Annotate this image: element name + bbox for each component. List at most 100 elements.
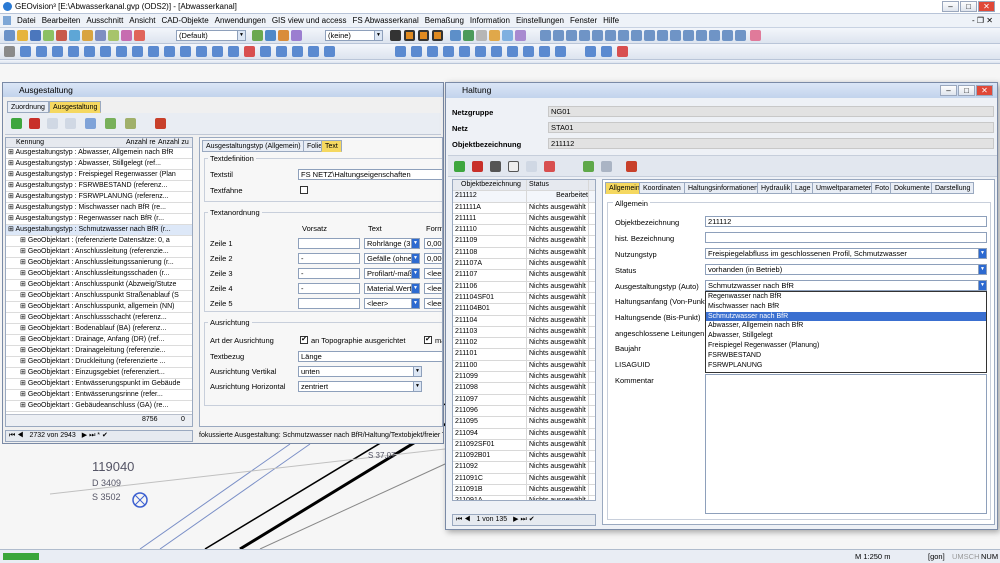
table2-icon[interactable] [553,30,564,41]
snap-mid-icon[interactable] [411,46,422,57]
snap-int-icon[interactable] [491,46,502,57]
tab-hydraulik[interactable]: Hydraulik [757,182,795,194]
zeile-text-combo[interactable]: Profilart/-maß ▼ [364,268,420,279]
layer-icon[interactable] [121,30,132,41]
list-item[interactable]: ⊞ GeoObjektart : Anschlussleitungsschade… [6,269,192,280]
fillet-icon[interactable] [228,46,239,57]
haltung-remove-icon[interactable] [472,161,483,172]
table3-icon[interactable] [566,30,577,41]
table-row[interactable]: 211104 Nichts ausgewählt [453,315,595,327]
circle-icon[interactable] [84,46,95,57]
table-row[interactable]: 211106 Nichts ausgewählt [453,281,595,293]
menu-fenster[interactable]: Fenster [567,16,600,25]
zeile-text-combo[interactable]: <leer> ▼ [364,298,420,309]
list-item[interactable]: ⊞ GeoObjektart : Anschlussleitungssanier… [6,258,192,269]
snap-icon[interactable] [252,30,263,41]
redo-icon[interactable] [108,30,119,41]
field-objekt-input[interactable]: 211112 [705,216,987,227]
table-row[interactable]: 211107 Nichts ausgewählt [453,270,595,282]
list-item[interactable]: ⊞ GeoObjektart : Anschlusspunkt Straßena… [6,291,192,302]
add-icon[interactable] [11,118,22,129]
haltung-export-icon[interactable] [626,161,637,172]
table7-icon[interactable] [618,30,629,41]
haltung-nav-position[interactable]: 1 von 135 [472,516,507,523]
rect-icon[interactable] [100,46,111,57]
expand-icon[interactable]: ⊞ [20,402,28,409]
table-row[interactable]: 211103 Nichts ausgewählt [453,326,595,339]
list-item[interactable]: ⊞ Ausgestaltungstyp : Schmutzwasser nach… [6,225,192,236]
copy-icon[interactable] [69,30,80,41]
polyline-icon[interactable] [36,46,47,57]
haltung-nav-last-icon[interactable]: ▶ ⏭ ✔ [509,516,534,523]
field-status-combo[interactable]: vorhanden (in Betrieb) ▼ [705,264,987,275]
menu-bemassung[interactable]: Bemaßung [422,16,467,25]
move-icon[interactable] [65,118,76,129]
cut-icon[interactable] [56,30,67,41]
snap-center-icon[interactable] [427,46,438,57]
pin-icon[interactable] [617,46,628,57]
snap-ins-icon[interactable] [555,46,566,57]
vertikal-combo[interactable]: unten ▼ [298,366,422,377]
zeile-format-input[interactable]: <leer> [424,298,442,309]
table11-icon[interactable] [670,30,681,41]
list-item[interactable]: ⊞ GeoObjektart : Entwässerungsrinne (ref… [6,390,192,401]
table-row[interactable]: 211112 Bearbeitet [453,191,595,203]
list-item[interactable]: ⊞ GeoObjektart : Druckleitung (referenzi… [6,357,192,368]
table-row[interactable]: 211096 Nichts ausgewählt [453,405,595,418]
pan-icon[interactable] [463,30,474,41]
haltung-close-button[interactable]: ✕ [976,85,993,96]
tab-koordinaten[interactable]: Koordinaten [639,182,685,194]
minimize-button[interactable]: – [942,1,959,12]
col-anzahl-re[interactable]: Anzahl re [126,138,158,147]
snap-ext-icon[interactable] [507,46,518,57]
text2-tool-icon[interactable] [276,46,287,57]
nav-last-icon[interactable]: ▶ ⏭ * ✔ [78,432,108,439]
menu-einstellungen[interactable]: Einstellungen [513,16,567,25]
table-row[interactable]: 211102 Nichts ausgewählt [453,338,595,350]
dropdown-option[interactable]: Schmutzwasser nach BfR [706,311,986,322]
menu-cad-objekte[interactable]: CAD-Objekte [159,16,212,25]
zeile-format-input[interactable]: 0,000 [424,253,442,264]
zeile-text-combo[interactable]: Rohrlänge (3D ▼ [364,238,420,249]
table9-icon[interactable] [644,30,655,41]
expand-icon[interactable]: ⊞ [20,292,28,299]
list-item[interactable]: ⊞ GeoObjektart : Anschlussschacht (refer… [6,313,192,324]
table-row[interactable]: 211091B Nichts ausgewählt [453,485,595,497]
table-row[interactable]: 211104SF01 Nichts ausgewählt [453,292,595,305]
zeile-text-combo[interactable]: Material.Wert ▼ [364,283,420,294]
snap-tan-icon[interactable] [459,46,470,57]
expand-icon[interactable]: ⊞ [20,336,28,343]
dropdown-option[interactable]: FSRWPLANUNG [706,361,986,371]
zeile-format-input[interactable]: <leer> [424,268,442,279]
table-row[interactable]: 211095 Nichts ausgewählt [453,417,595,429]
textbezug-field[interactable]: Länge [298,351,442,362]
haltung-nav-first-icon[interactable]: ⏮ ◀ [453,516,471,523]
close-button[interactable]: ✕ [978,1,995,12]
nav-first-icon[interactable]: ⏮ ◀ [6,432,24,439]
dropdown-option[interactable]: FSRWBESTAND [706,351,986,361]
table4-icon[interactable] [579,30,590,41]
expand-icon[interactable]: ⊞ [20,369,28,376]
table-row[interactable]: 211091A Nichts ausgewählt [453,496,595,500]
haltung-minimize-button[interactable]: – [940,85,957,96]
tab-darstellung[interactable]: Darstellung [931,182,975,194]
dropdown-option[interactable]: Regenwasser nach BfR [706,292,986,302]
col-kennung[interactable]: Kennung [6,138,126,147]
measure-icon[interactable] [278,30,289,41]
ausg-dropdown-list[interactable]: Regenwasser nach BfR Mischwasser nach BfR… [705,291,987,373]
dropdown-option[interactable]: Abwasser, Stillgelegt [706,331,986,341]
undo-icon[interactable] [95,30,106,41]
style-combo[interactable]: (Default) ▼ [176,30,246,41]
table8-icon[interactable] [631,30,642,41]
ortho-icon[interactable] [585,46,596,57]
extend-icon[interactable] [212,46,223,57]
snap-end-icon[interactable] [395,46,406,57]
menu-information[interactable]: Information [467,16,513,25]
art-checkbox[interactable]: ✔ [300,336,308,344]
table10-icon[interactable] [657,30,668,41]
offset-icon[interactable] [180,46,191,57]
tab-allgemein[interactable]: Allgemein [605,182,644,194]
delete-icon[interactable] [134,30,145,41]
list-item[interactable]: ⊞ Ausgestaltungstyp : Freispiegel Regenw… [6,170,192,181]
table5-icon[interactable] [592,30,603,41]
